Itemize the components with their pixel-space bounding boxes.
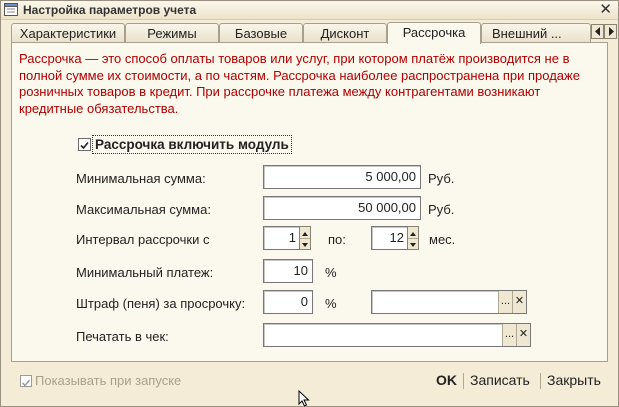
max-sum-input[interactable]: 50 000,00: [263, 196, 421, 220]
tab-modes[interactable]: Режимы: [125, 23, 219, 42]
min-sum-label: Минимальная сумма:: [76, 171, 206, 186]
check-icon: [21, 379, 31, 387]
module-enable-label[interactable]: Рассрочка включить модуль: [92, 135, 292, 154]
interval-from-spinner[interactable]: [299, 226, 311, 250]
footer-divider: [463, 373, 464, 389]
tab-discount[interactable]: Дисконт: [303, 23, 387, 42]
penalty-unit: %: [325, 296, 337, 311]
penalty-label: Штраф (пеня) за просрочку:: [76, 296, 246, 311]
module-enable-checkbox[interactable]: [78, 138, 91, 151]
penalty-clear-icon[interactable]: ✕: [512, 291, 526, 313]
save-button[interactable]: Записать: [470, 372, 530, 388]
tab-scroll-left-icon[interactable]: [591, 24, 604, 39]
footer-divider: [540, 373, 541, 389]
min-payment-unit: %: [325, 265, 337, 280]
min-payment-label: Минимальный платеж:: [76, 265, 214, 280]
tab-basic[interactable]: Базовые: [219, 23, 303, 42]
spin-down-icon[interactable]: [300, 238, 310, 249]
penalty-account-field[interactable]: ... ✕: [371, 290, 527, 314]
max-sum-label: Максимальная сумма:: [76, 202, 211, 217]
installment-description: Рассрочка — это способ оплаты товаров ил…: [19, 51, 580, 116]
interval-to-spinner[interactable]: [407, 226, 419, 250]
print-select-button[interactable]: ...: [502, 324, 516, 346]
interval-to-label: по:: [328, 232, 346, 247]
title-bar[interactable]: Настройка параметров учета ✕: [1, 1, 618, 20]
check-icon: [80, 141, 89, 150]
print-label: Печатать в чек:: [76, 329, 169, 344]
interval-from-input[interactable]: 1: [263, 226, 301, 250]
app-window-icon: [4, 3, 18, 16]
print-clear-icon[interactable]: ✕: [516, 324, 530, 346]
mouse-cursor-icon: [298, 390, 310, 407]
tab-bar: Характеристики Режимы Базовые Дисконт Ра…: [11, 22, 617, 44]
interval-unit: мес.: [429, 232, 456, 247]
tab-characteristics[interactable]: Характеристики: [11, 23, 125, 42]
installment-panel: Рассрочка — это способ оплаты товаров ил…: [11, 42, 608, 362]
close-button[interactable]: Закрыть: [547, 372, 601, 388]
tab-external[interactable]: Внешний ...: [481, 23, 591, 42]
show-on-start-checkbox[interactable]: [20, 375, 32, 387]
tab-scroll-right-icon[interactable]: [604, 24, 617, 39]
min-payment-input[interactable]: 10: [263, 259, 313, 283]
tab-installment[interactable]: Рассрочка: [387, 22, 481, 44]
window-title: Настройка параметров учета: [23, 3, 197, 17]
interval-to-input[interactable]: 12: [371, 226, 409, 250]
window-close-icon[interactable]: ✕: [599, 1, 612, 19]
settings-window: Настройка параметров учета ✕ Характерист…: [0, 0, 619, 407]
max-sum-unit: Руб.: [428, 202, 455, 217]
penalty-input[interactable]: 0: [263, 290, 313, 314]
penalty-select-button[interactable]: ...: [498, 291, 512, 313]
ok-button[interactable]: OK: [436, 372, 457, 388]
show-on-start-label[interactable]: Показывать при запуске: [35, 373, 181, 388]
interval-label: Интервал рассрочки с: [76, 232, 210, 247]
spin-down-icon[interactable]: [408, 238, 418, 249]
tab-scroll-buttons: [591, 24, 619, 40]
min-sum-input[interactable]: 5 000,00: [263, 165, 421, 189]
min-sum-unit: Руб.: [428, 171, 455, 186]
print-field[interactable]: ... ✕: [263, 323, 531, 347]
